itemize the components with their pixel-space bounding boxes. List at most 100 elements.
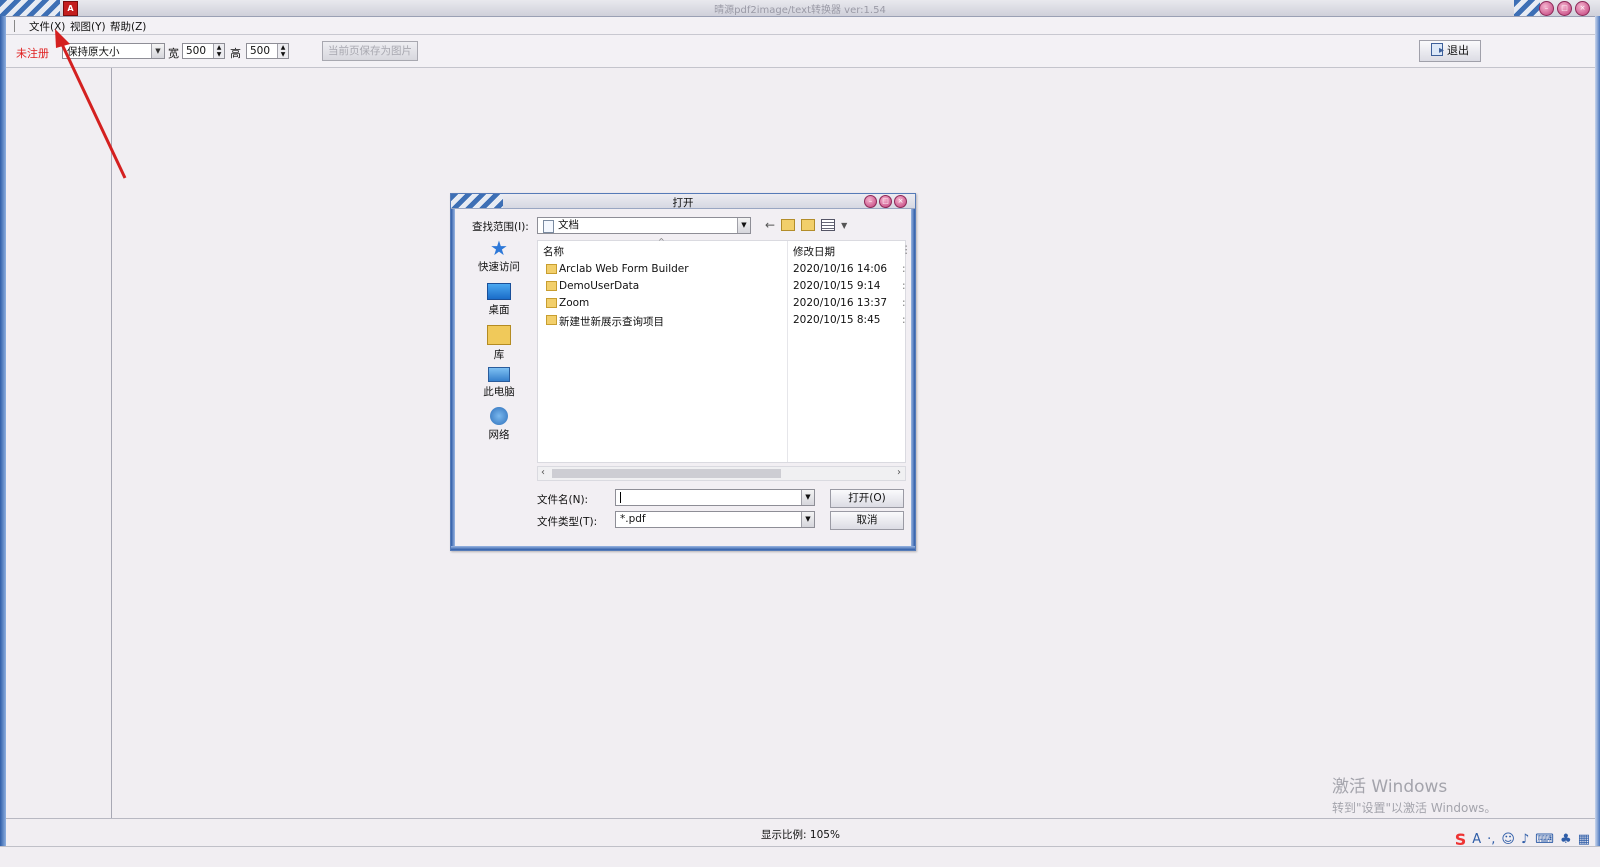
file-date: 2020/10/15 9:14: [793, 280, 881, 292]
folder-icon: [546, 281, 557, 291]
file-list-header: ^ 名称 修改日期 ⋮: [538, 237, 912, 259]
filename-label: 文件名(N):: [537, 494, 589, 506]
place-library[interactable]: 库: [471, 325, 527, 362]
annotation-arrow-head: [55, 29, 70, 48]
toolbar: 未注册 保持原大小 ▼ 宽 500 ▲▼ 高 500 ▲▼ 当前页保存为图片 退…: [6, 35, 1595, 68]
place-this-pc[interactable]: 此电脑: [471, 367, 527, 399]
filetype-value: *.pdf: [620, 513, 646, 525]
dialog-left-frame: [451, 209, 455, 549]
chevron-down-icon[interactable]: ▼: [801, 512, 814, 527]
dialog-minimize-button[interactable]: –: [864, 195, 877, 208]
file-extra-column: :: [902, 280, 906, 292]
file-name: 新建世新展示查询项目: [559, 316, 664, 328]
file-extra-column: :: [902, 314, 906, 326]
file-name: DemoUserData: [559, 280, 640, 292]
new-folder-icon[interactable]: [801, 219, 816, 231]
emoji-icon[interactable]: ☺: [1501, 832, 1515, 847]
dialog-right-frame: [911, 209, 915, 549]
scroll-thumb[interactable]: [552, 469, 781, 478]
folder-icon: [546, 298, 557, 308]
library-icon: [487, 325, 511, 345]
title-stripes-right-decoration: [1514, 0, 1540, 16]
ime-tray: S A ·, ☺ ♪ ⌨ ♣ ▦: [1455, 830, 1590, 849]
dialog-maximize-button[interactable]: □: [879, 195, 892, 208]
file-extra-column: :: [902, 263, 906, 275]
network-icon: [490, 407, 508, 425]
ime-mode-icon[interactable]: A: [1472, 832, 1481, 847]
open-file-dialog: 打开 – □ × 查找范围(I): 文档 ▼ ← ▼ ★ 快速访问 桌面 库 此…: [450, 193, 916, 551]
height-value: 500: [250, 45, 271, 57]
window-right-frame: [1595, 16, 1600, 866]
open-button[interactable]: 打开(O): [830, 489, 904, 508]
toolbox-icon[interactable]: ▦: [1578, 832, 1590, 847]
title-bar: A 晴源pdf2image/text转换器 ver:1.54 – □ ×: [0, 0, 1600, 17]
file-name: Arclab Web Form Builder: [559, 263, 689, 275]
chevron-down-icon[interactable]: ▼: [151, 44, 164, 58]
save-page-as-image-button[interactable]: 当前页保存为图片: [322, 41, 418, 61]
dialog-bottom-frame: [451, 546, 915, 550]
filename-input[interactable]: ▼: [615, 489, 815, 506]
file-row[interactable]: Zoom 2020/10/16 13:37 :: [538, 295, 906, 312]
filetype-select[interactable]: *.pdf ▼: [615, 511, 815, 528]
window-controls: – □ ×: [1539, 1, 1590, 16]
place-label: 此电脑: [483, 386, 515, 398]
file-date: 2020/10/15 8:45: [793, 314, 881, 326]
close-button[interactable]: ×: [1575, 1, 1590, 16]
dialog-title-bar[interactable]: 打开 – □ ×: [451, 194, 915, 209]
minimize-button[interactable]: –: [1539, 1, 1554, 16]
file-row[interactable]: DemoUserData 2020/10/15 9:14 :: [538, 278, 906, 295]
view-menu-icon[interactable]: [821, 219, 836, 231]
dialog-title: 打开: [672, 197, 694, 209]
place-network[interactable]: 网络: [471, 407, 527, 442]
activation-watermark: 激活 Windows 转到"设置"以激活 Windows。: [1332, 772, 1496, 816]
punctuation-icon[interactable]: ·,: [1487, 832, 1495, 847]
file-name: Zoom: [559, 297, 590, 309]
folder-icon: [546, 264, 557, 274]
annotation-arrow: [55, 29, 127, 179]
height-label: 高: [230, 47, 241, 60]
maximize-button[interactable]: □: [1557, 1, 1572, 16]
skin-icon[interactable]: ♣: [1560, 832, 1572, 847]
window-bottom-strip: [0, 846, 1600, 867]
computer-icon: [488, 367, 510, 382]
height-spinner[interactable]: 500 ▲ ▼: [246, 43, 289, 59]
width-value: 500: [186, 45, 207, 57]
back-arrow-icon[interactable]: ←: [765, 218, 775, 232]
spin-arrows-icon[interactable]: ▲ ▼: [277, 44, 288, 58]
exit-button[interactable]: 退出: [1419, 40, 1481, 62]
up-folder-icon[interactable]: [781, 219, 796, 231]
look-in-value: 文档: [558, 219, 579, 231]
place-desktop[interactable]: 桌面: [471, 283, 527, 317]
text-caret: [620, 492, 621, 503]
file-list[interactable]: ^ 名称 修改日期 ⋮ Arclab Web Form Builder 2020…: [537, 237, 912, 463]
cancel-button[interactable]: 取消: [830, 511, 904, 530]
zoom-status: 显示比例: 105%: [761, 829, 840, 841]
sort-ascending-icon: ^: [658, 237, 665, 246]
chevron-down-icon[interactable]: ▼: [841, 221, 847, 230]
scroll-left-icon[interactable]: ‹: [541, 467, 545, 478]
column-date-header[interactable]: 修改日期: [793, 244, 835, 259]
exit-button-label: 退出: [1447, 44, 1469, 57]
menu-bar: 文件(X) 视图(Y) 帮助(Z): [6, 17, 1595, 35]
file-list-horizontal-scrollbar[interactable]: ‹ ›: [537, 466, 906, 481]
file-extra-column: :: [902, 297, 906, 309]
scroll-right-icon[interactable]: ›: [897, 467, 901, 478]
look-in-label: 查找范围(I):: [472, 221, 529, 233]
keyboard-icon[interactable]: ⌨: [1535, 832, 1554, 847]
width-spinner[interactable]: 500 ▲ ▼: [182, 43, 225, 59]
document-icon: [543, 220, 554, 233]
sogou-ime-icon[interactable]: S: [1455, 830, 1467, 849]
folder-icon: [546, 315, 557, 325]
place-quick-access[interactable]: ★ 快速访问: [471, 238, 527, 274]
file-row[interactable]: 新建世新展示查询项目 2020/10/15 8:45 :: [538, 312, 906, 329]
chevron-down-icon[interactable]: ▼: [801, 490, 814, 505]
dialog-close-button[interactable]: ×: [894, 195, 907, 208]
spin-arrows-icon[interactable]: ▲ ▼: [213, 44, 224, 58]
dialog-nav-toolbar: ← ▼: [765, 218, 847, 232]
look-in-select[interactable]: 文档 ▼: [537, 217, 751, 234]
microphone-icon[interactable]: ♪: [1521, 832, 1529, 847]
chevron-down-icon[interactable]: ▼: [737, 218, 750, 233]
file-row[interactable]: Arclab Web Form Builder 2020/10/16 14:06…: [538, 261, 906, 278]
file-date: 2020/10/16 13:37: [793, 297, 888, 309]
column-name-header[interactable]: 名称: [543, 244, 564, 259]
